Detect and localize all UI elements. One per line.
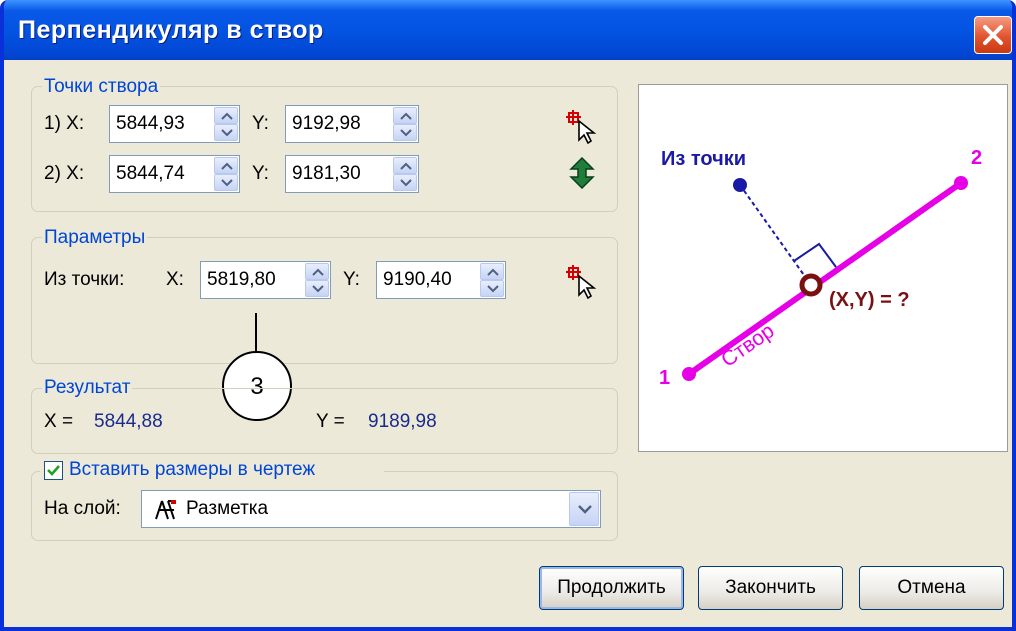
spin-down-icon — [400, 129, 412, 137]
dropdown-arrow-icon — [578, 505, 592, 514]
point-1-marker — [682, 367, 696, 381]
from-y-value: 9190,40 — [383, 269, 452, 290]
spin-up-icon — [312, 268, 324, 276]
from-y-label: Y: — [343, 269, 360, 290]
from-point-marker — [733, 178, 747, 192]
p2-x-spinner[interactable]: 5844,74 — [109, 155, 240, 193]
stvor-points-legend: Точки створа — [42, 76, 161, 98]
perpendicular-line — [739, 184, 812, 286]
layer-label: На слой: — [44, 498, 121, 519]
spin-down-button[interactable] — [214, 174, 238, 191]
p2-x-label: 2) X: — [44, 163, 85, 184]
p2-y-label: Y: — [252, 163, 269, 184]
result-legend: Результат — [42, 377, 133, 399]
cancel-button[interactable]: Отмена — [859, 566, 1004, 610]
diagram-preview: Из точки 2 1 (X,Y) = ? Створ — [638, 84, 1008, 452]
finish-button[interactable]: Закончить — [698, 566, 843, 610]
spin-down-button[interactable] — [393, 124, 417, 141]
from-x-value: 5819,80 — [207, 269, 276, 290]
spin-up-button[interactable] — [393, 107, 417, 124]
result-y-label: Y = — [316, 411, 345, 432]
dropdown-button[interactable] — [569, 492, 599, 526]
from-y-spinner[interactable]: 9190,40 — [376, 261, 506, 299]
close-button[interactable] — [974, 16, 1012, 54]
spin-up-icon — [487, 268, 499, 276]
insert-dimensions-checkbox[interactable] — [44, 461, 63, 480]
result-point-marker — [799, 273, 823, 297]
window-title: Перпендикуляр в створ — [18, 16, 324, 44]
spin-down-icon — [487, 285, 499, 293]
params-group — [31, 237, 618, 364]
spin-up-icon — [400, 162, 412, 170]
from-x-label: X: — [166, 269, 184, 290]
pick-point-icon[interactable] — [566, 265, 600, 299]
from-x-spinner[interactable]: 5819,80 — [200, 261, 331, 299]
p1-y-value: 9192,98 — [292, 113, 361, 134]
callout-leader-line — [255, 313, 257, 353]
insert-dimensions-label[interactable]: Вставить размеры в чертеж — [67, 459, 318, 481]
point-1-label: 1 — [659, 367, 671, 389]
p1-x-label: 1) X: — [44, 113, 85, 134]
spin-down-icon — [312, 285, 324, 293]
spin-up-button[interactable] — [393, 157, 417, 174]
p2-y-spinner[interactable]: 9181,30 — [285, 155, 419, 193]
perpendicular-diagram — [682, 176, 968, 381]
spin-up-icon — [400, 112, 412, 120]
spin-up-icon — [221, 162, 233, 170]
spin-down-button[interactable] — [480, 280, 504, 297]
p2-y-value: 9181,30 — [292, 163, 361, 184]
spin-up-button[interactable] — [305, 263, 329, 280]
close-icon — [983, 25, 1003, 45]
result-point-text: (X,Y) = ? — [829, 289, 910, 311]
spin-down-icon — [221, 179, 233, 187]
pick-point-icon[interactable] — [566, 110, 600, 144]
spin-up-button[interactable] — [214, 107, 238, 124]
p1-x-spinner[interactable]: 5844,93 — [109, 105, 240, 143]
dialog-window: Перпендикуляр в створ Точки створа 1) X:… — [0, 0, 1016, 631]
spin-down-button[interactable] — [305, 280, 329, 297]
result-y-value: 9189,98 — [368, 411, 437, 432]
spin-down-icon — [221, 129, 233, 137]
from-point-label: Из точки: — [44, 269, 125, 290]
p1-y-label: Y: — [252, 113, 269, 134]
point-2-marker — [954, 176, 968, 190]
layer-select[interactable]: Разметка — [141, 490, 601, 528]
layer-value: Разметка — [186, 498, 269, 519]
continue-button[interactable]: Продолжить — [539, 566, 684, 610]
p1-y-spinner[interactable]: 9192,98 — [285, 105, 419, 143]
spin-down-button[interactable] — [214, 124, 238, 141]
spin-down-button[interactable] — [393, 174, 417, 191]
point-2-label: 2 — [971, 147, 983, 169]
spin-down-icon — [400, 179, 412, 187]
p1-x-value: 5844,93 — [116, 113, 185, 134]
result-x-value: 5844,88 — [94, 411, 163, 432]
layer-icon — [155, 500, 176, 520]
title-bar[interactable]: Перпендикуляр в створ — [4, 0, 1012, 60]
spin-up-button[interactable] — [480, 263, 504, 280]
swap-points-icon[interactable] — [569, 157, 595, 189]
params-legend: Параметры — [42, 227, 148, 249]
from-point-text: Из точки — [661, 148, 747, 170]
spin-up-icon — [221, 112, 233, 120]
spin-up-button[interactable] — [214, 157, 238, 174]
p2-x-value: 5844,74 — [116, 163, 185, 184]
right-angle-marker — [793, 242, 837, 268]
result-x-label: X = — [44, 411, 74, 432]
checkmark-icon — [47, 465, 60, 476]
